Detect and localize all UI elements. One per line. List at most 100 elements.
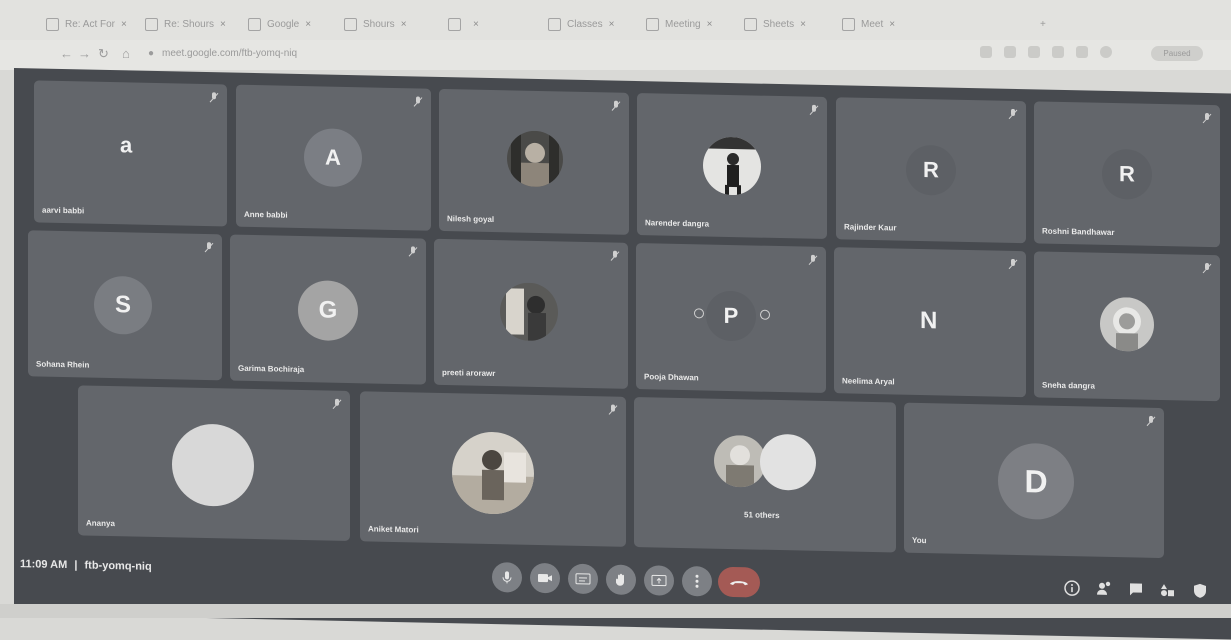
mic-off-icon xyxy=(611,99,621,110)
reload-icon[interactable]: ↻ xyxy=(98,46,109,62)
extension-icon[interactable] xyxy=(1004,46,1016,58)
meeting-time: 11:09 AM xyxy=(20,558,67,571)
tab-close-icon[interactable]: × xyxy=(473,19,479,30)
activities-button[interactable] xyxy=(1158,580,1178,600)
chat-button[interactable] xyxy=(1126,579,1146,599)
participant-name: Rajinder Kaur xyxy=(844,222,896,232)
browser-tab[interactable]: Sheets× xyxy=(744,14,806,34)
participant-tile[interactable]: Aniket Matori xyxy=(360,391,626,547)
participant-name: Anne babbi xyxy=(244,210,288,220)
participant-tile[interactable]: A Anne babbi xyxy=(236,85,431,231)
mic-icon xyxy=(501,570,513,584)
browser-tab[interactable]: Google× xyxy=(248,14,311,34)
tab-close-icon[interactable]: × xyxy=(121,19,127,30)
mic-off-icon xyxy=(610,248,620,259)
end-call-button[interactable] xyxy=(718,567,760,598)
participant-tile[interactable]: preeti arorawr xyxy=(434,239,628,389)
more-vert-icon xyxy=(695,574,699,588)
participant-tile[interactable]: Sneha dangra xyxy=(1034,251,1220,401)
mic-off-icon xyxy=(608,402,618,413)
tab-favicon-icon xyxy=(646,18,659,31)
people-icon xyxy=(1096,581,1112,597)
people-button[interactable] xyxy=(1094,579,1114,599)
address-bar-row: ← → ↻ ⌂ ● meet.google.com/ftb-yomq-niq P… xyxy=(0,40,1231,70)
mic-off-icon xyxy=(204,240,214,251)
participant-tile[interactable]: N Neelima Aryal xyxy=(834,247,1026,397)
url-field[interactable]: meet.google.com/ftb-yomq-niq xyxy=(162,48,297,59)
browser-tab[interactable]: Classes× xyxy=(548,14,614,34)
mic-off-icon xyxy=(1008,257,1018,268)
forward-arrow-icon[interactable]: → xyxy=(78,46,91,61)
browser-tab[interactable]: Re: Shours× xyxy=(145,14,226,34)
participant-photo xyxy=(507,130,563,187)
plus-icon: + xyxy=(1040,19,1046,30)
mic-toggle-button[interactable] xyxy=(492,562,522,593)
present-button[interactable] xyxy=(644,565,674,596)
captions-button[interactable] xyxy=(568,564,598,595)
participant-tile[interactable]: P Pooja Dhawan xyxy=(636,243,826,393)
back-arrow-icon[interactable]: ← xyxy=(60,46,73,61)
phone-end-icon xyxy=(729,578,749,586)
participant-avatar: D xyxy=(998,443,1074,521)
raise-hand-button[interactable] xyxy=(606,564,636,595)
participant-photo xyxy=(1100,297,1154,352)
tab-close-icon[interactable]: × xyxy=(889,19,895,30)
browser-tab[interactable]: Shours× xyxy=(344,14,407,34)
tab-close-icon[interactable]: × xyxy=(609,19,615,30)
mic-off-icon xyxy=(1146,414,1156,425)
tab-favicon-icon xyxy=(448,18,461,31)
info-icon xyxy=(1064,580,1080,596)
tab-close-icon[interactable]: × xyxy=(800,19,806,30)
extension-icon[interactable] xyxy=(1052,46,1064,58)
home-icon[interactable]: ⌂ xyxy=(122,46,130,61)
new-tab-button[interactable]: + xyxy=(1040,14,1046,34)
others-count[interactable]: 51 others xyxy=(744,510,780,520)
tab-close-icon[interactable]: × xyxy=(220,19,226,30)
tab-close-icon[interactable]: × xyxy=(707,19,713,30)
tab-close-icon[interactable]: × xyxy=(305,19,311,30)
camera-toggle-button[interactable] xyxy=(530,563,560,594)
participant-avatar: R xyxy=(906,145,956,196)
participant-name: Narender dangra xyxy=(645,218,709,228)
info-button[interactable] xyxy=(1062,578,1082,598)
participant-name: Sohana Rhein xyxy=(36,359,89,369)
participant-avatar: R xyxy=(1102,149,1152,200)
browser-tab[interactable]: Meeting× xyxy=(646,14,712,34)
mic-off-icon xyxy=(808,253,818,264)
participant-tile[interactable]: R Roshni Bandhawar xyxy=(1034,101,1220,247)
participant-avatar: A xyxy=(304,128,362,187)
participant-tile[interactable]: G Garima Bochiraja xyxy=(230,235,426,385)
participant-name: Roshni Bandhawar xyxy=(1042,227,1114,238)
participant-tile[interactable]: a aarvi babbi xyxy=(34,80,227,226)
participant-name: aarvi babbi xyxy=(42,206,84,216)
tab-close-icon[interactable]: × xyxy=(401,19,407,30)
participant-avatar: P xyxy=(706,290,756,341)
speaking-indicator-icon xyxy=(760,310,770,320)
extension-icon[interactable] xyxy=(1028,46,1040,58)
participant-tile[interactable]: S Sohana Rhein xyxy=(28,230,222,380)
tab-favicon-icon xyxy=(344,18,357,31)
participant-tile-self[interactable]: D You xyxy=(904,403,1164,558)
browser-tab[interactable]: Meet× xyxy=(842,14,895,34)
extension-icon[interactable] xyxy=(1100,46,1112,58)
participant-tile[interactable]: R Rajinder Kaur xyxy=(836,97,1026,243)
profile-button[interactable]: Paused xyxy=(1151,46,1203,61)
extension-icon[interactable] xyxy=(1076,46,1088,58)
extension-icon[interactable] xyxy=(980,46,992,58)
browser-tab[interactable]: Re: Act For× xyxy=(46,14,127,34)
lock-shield-icon xyxy=(1192,583,1208,599)
speaking-indicator-icon xyxy=(694,308,704,318)
meeting-code: ftb-yomq-niq xyxy=(85,559,152,572)
browser-tab[interactable]: × xyxy=(448,14,479,34)
tab-favicon-icon xyxy=(46,18,59,31)
participant-name: You xyxy=(912,536,927,545)
more-options-button[interactable] xyxy=(682,566,712,597)
tab-favicon-icon xyxy=(145,18,158,31)
participant-tile[interactable]: Nilesh goyal xyxy=(439,89,629,235)
mic-off-icon xyxy=(332,397,342,408)
participant-tile[interactable]: Ananya xyxy=(78,385,350,541)
participant-tile[interactable]: Narender dangra xyxy=(637,93,827,239)
host-controls-button[interactable] xyxy=(1190,581,1210,601)
participant-tile[interactable]: 51 others xyxy=(634,397,896,552)
chat-icon xyxy=(1128,581,1144,597)
